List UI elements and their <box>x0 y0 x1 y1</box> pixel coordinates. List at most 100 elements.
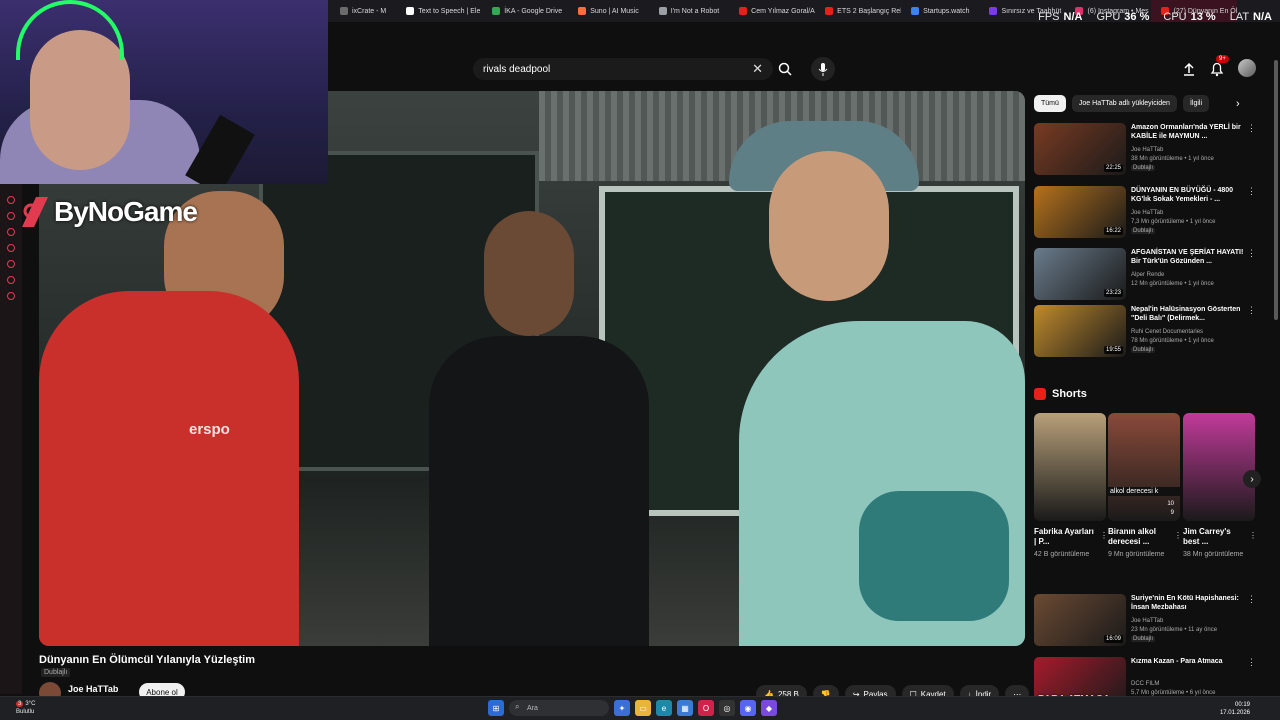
browser-tab[interactable]: Suno | AI Music <box>568 0 649 22</box>
fps-stat: FPS N/A <box>1038 11 1082 23</box>
short-views: 9 Mn görüntüleme <box>1108 551 1165 558</box>
short-card[interactable]: alkol derecesi k 10 9 Biranın alkol dereces… <box>1108 413 1182 575</box>
search-input[interactable]: rivals deadpool ✕ <box>473 58 773 80</box>
notification-badge: 9+ <box>1216 55 1229 63</box>
clear-search-icon[interactable]: ✕ <box>752 61 763 77</box>
video-thumbnail[interactable]: 16:09 <box>1034 594 1126 646</box>
channel-name[interactable]: DCC FILM <box>1131 681 1159 687</box>
cpu-stat: CPU 13 % <box>1163 11 1215 23</box>
app-icon[interactable]: ◆ <box>761 700 777 716</box>
sidebar-icon-5[interactable] <box>7 260 15 268</box>
short-card[interactable]: Jim Carrey's best ... 38 Mn görüntüleme ⋮ <box>1183 413 1257 575</box>
recommended-video[interactable]: 23:23 AFGANİSTAN VE ŞERİAT HAYATI! Bir Tü… <box>1034 248 1274 301</box>
video-title[interactable]: Amazon Ormanları'nda YERLİ bir KABİLE il… <box>1131 123 1251 141</box>
channel-name[interactable]: Alper Rende <box>1131 272 1164 278</box>
search-value: rivals deadpool <box>483 63 551 75</box>
short-card[interactable]: Fabrika Ayarları | P... 42 B görüntüleme ⋮ <box>1034 413 1108 575</box>
video-title[interactable]: Suriye'nin En Kötü Hapishanesi: İnsan Me… <box>1131 594 1251 612</box>
more-options-icon[interactable]: ⋮ <box>1247 248 1256 259</box>
sidebar-icon-7[interactable] <box>7 292 15 300</box>
sidebar-icon-3[interactable] <box>7 228 15 236</box>
short-score-b: 9 <box>1170 510 1174 516</box>
video-title[interactable]: DÜNYANIN EN BÜYÜĞÜ - 4800 KG'lık Sokak Y… <box>1131 186 1251 204</box>
tab-label: ETS 2 Başlangıç Reh <box>837 7 902 15</box>
scrollbar[interactable] <box>1274 60 1278 320</box>
tab-label: ixCrate - M <box>352 7 387 15</box>
edge-icon[interactable]: e <box>656 700 672 716</box>
shorts-next-button[interactable]: › <box>1243 470 1261 488</box>
start-button[interactable]: ⊞ <box>488 700 504 716</box>
more-options-icon[interactable]: ⋮ <box>1249 531 1257 540</box>
browser-tab[interactable]: ixCrate - M <box>330 0 396 22</box>
chips-next-icon[interactable]: › <box>1236 98 1240 110</box>
browser-tab[interactable]: Cem Yılmaz Goral/Ar <box>729 0 815 22</box>
shorts-heading-label: Shorts <box>1052 388 1087 400</box>
account-avatar[interactable] <box>1238 59 1256 77</box>
video-thumbnail[interactable]: 22:25 <box>1034 123 1126 175</box>
video-title[interactable]: AFGANİSTAN VE ŞERİAT HAYATI! Bir Türk'ün… <box>1131 248 1251 266</box>
file-explorer-icon[interactable]: ▭ <box>635 700 651 716</box>
recommended-video[interactable]: 19:55 Nepal'in Halüsinasyon Gösterten "De… <box>1034 305 1274 358</box>
lat-stat: LAT N/A <box>1230 11 1272 23</box>
short-title[interactable]: Biranın alkol derecesi ... <box>1108 527 1172 547</box>
video-meta: 12 Mn görüntüleme • 1 yıl önce <box>1131 281 1214 287</box>
filter-chip[interactable]: Tümü <box>1034 95 1066 112</box>
shorts-heading: Shorts <box>1034 388 1087 400</box>
channel-name[interactable]: Joe HaTTab <box>1131 147 1163 153</box>
short-title[interactable]: Fabrika Ayarları | P... <box>1034 527 1098 547</box>
video-title[interactable]: Nepal'in Halüsinasyon Gösterten "Deli Ba… <box>1131 305 1251 323</box>
short-thumbnail[interactable] <box>1183 413 1255 521</box>
more-options-icon[interactable]: ⋮ <box>1247 657 1256 668</box>
recommended-video[interactable]: 16:22 DÜNYANIN EN BÜYÜĞÜ - 4800 KG'lık So… <box>1034 186 1274 239</box>
more-options-icon[interactable]: ⋮ <box>1247 123 1256 134</box>
video-duration: 19:55 <box>1103 346 1123 354</box>
short-thumbnail[interactable]: alkol derecesi k 10 9 <box>1108 413 1180 521</box>
upload-button[interactable] <box>1180 61 1198 79</box>
browser-tab[interactable]: İKA - Google Drive <box>482 0 568 22</box>
copilot-icon[interactable]: ✦ <box>614 700 630 716</box>
chatgpt-icon[interactable]: ◎ <box>719 700 735 716</box>
channel-name[interactable]: Joe HaTTab <box>1131 210 1163 216</box>
video-thumbnail[interactable]: 23:23 <box>1034 248 1126 300</box>
more-options-icon[interactable]: ⋮ <box>1100 531 1108 540</box>
weather-widget[interactable]: 3 3°C Bulutlu <box>16 700 35 716</box>
short-views: 42 B görüntüleme <box>1034 551 1090 558</box>
more-options-icon[interactable]: ⋮ <box>1247 186 1256 197</box>
browser-tab[interactable]: Startups.watch <box>901 0 979 22</box>
more-options-icon[interactable]: ⋮ <box>1174 531 1182 540</box>
system-tray[interactable]: 00:19 17.01.2026 <box>1220 701 1250 717</box>
browser-tab[interactable]: ETS 2 Başlangıç Reh <box>815 0 901 22</box>
filter-chip[interactable]: Joe HaTTab adlı yükleyiciden <box>1071 95 1177 112</box>
recommended-video[interactable]: 16:09 Suriye'nin En Kötü Hapishanesi: İns… <box>1034 594 1274 647</box>
sidebar-icon-1[interactable] <box>7 196 15 204</box>
discord-icon[interactable]: ◉ <box>740 700 756 716</box>
tab-favicon-icon <box>989 7 998 15</box>
taskbar-apps: ⊞ ⌕ Ara ✦ ▭ e ▦ O ◎ ◉ ◆ <box>488 700 777 716</box>
taskbar-search[interactable]: ⌕ Ara <box>509 700 609 716</box>
taskbar-search-placeholder: Ara <box>527 704 538 712</box>
video-person-right-head <box>769 151 889 301</box>
channel-name[interactable]: Joe HaTTab <box>1131 618 1163 624</box>
recommended-video[interactable]: 22:25 Amazon Ormanları'nda YERLİ bir KABİ… <box>1034 123 1274 176</box>
store-icon[interactable]: ▦ <box>677 700 693 716</box>
channel-name[interactable]: Ruhi Cenet Documentaries <box>1131 329 1203 335</box>
sidebar-icon-4[interactable] <box>7 244 15 252</box>
channel-name[interactable]: Joe HaTTab <box>68 684 118 694</box>
video-thumbnail[interactable]: 19:55 <box>1034 305 1126 357</box>
search-button[interactable] <box>774 58 796 80</box>
short-title[interactable]: Jim Carrey's best ... <box>1183 527 1247 547</box>
tab-label: Cem Yılmaz Goral/Ar <box>751 7 816 15</box>
more-options-icon[interactable]: ⋮ <box>1247 594 1256 605</box>
sidebar-icon-6[interactable] <box>7 276 15 284</box>
sidebar-icon-2[interactable] <box>7 212 15 220</box>
browser-tab[interactable]: Text to Speech | Ele <box>396 0 482 22</box>
video-title[interactable]: Kızma Kazan - Para Atmaca <box>1131 657 1251 666</box>
more-options-icon[interactable]: ⋮ <box>1247 305 1256 316</box>
voice-search-button[interactable] <box>811 57 835 81</box>
opera-gx-icon[interactable]: O <box>698 700 714 716</box>
dubbed-badge: Dublajlı <box>1131 228 1156 234</box>
short-thumbnail[interactable] <box>1034 413 1106 521</box>
video-thumbnail[interactable]: 16:22 <box>1034 186 1126 238</box>
filter-chip[interactable]: İlgili <box>1182 95 1210 112</box>
browser-tab[interactable]: I'm Not a Robot <box>649 0 729 22</box>
